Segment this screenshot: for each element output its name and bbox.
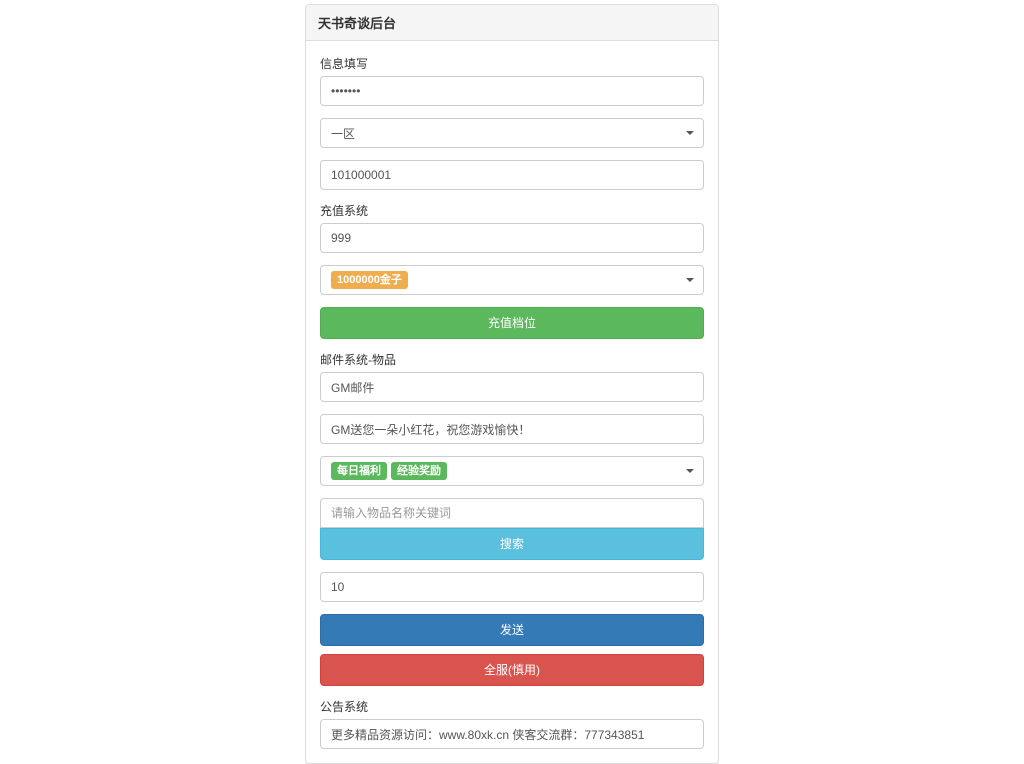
panel-title: 天书奇谈后台	[318, 13, 706, 32]
admin-panel: 天书奇谈后台 信息填写 一区 充值系统 10000	[305, 4, 719, 764]
password-input[interactable]	[320, 76, 704, 106]
search-button[interactable]: 搜索	[320, 528, 704, 560]
info-password-group: 信息填写	[320, 55, 704, 106]
item-search-input[interactable]	[320, 498, 704, 528]
mail-tags-select[interactable]: 每日福利 经验奖励	[320, 456, 704, 486]
role-id-group	[320, 160, 704, 190]
mail-tags-select-group: 每日福利 经验奖励	[320, 456, 704, 486]
notice-section-label: 公告系统	[320, 698, 704, 715]
panel-heading: 天书奇谈后台	[306, 5, 718, 41]
mail-content-input[interactable]	[320, 414, 704, 444]
panel-body: 信息填写 一区 充值系统 1000000金子	[306, 41, 718, 763]
caret-down-icon	[686, 131, 694, 135]
mail-send-group: 发送	[320, 614, 704, 646]
info-section-label: 信息填写	[320, 55, 704, 72]
mail-search-input-wrap	[320, 498, 704, 528]
notice-content-input[interactable]	[320, 719, 704, 749]
recharge-item-select[interactable]: 1000000金子	[320, 265, 704, 295]
recharge-submit-button[interactable]: 充值档位	[320, 307, 704, 339]
role-id-input[interactable]	[320, 160, 704, 190]
caret-down-icon	[686, 469, 694, 473]
recharge-submit-group: 充值档位	[320, 307, 704, 339]
zone-select[interactable]: 一区	[320, 118, 704, 148]
recharge-amount-input[interactable]	[320, 223, 704, 253]
mail-content-group	[320, 414, 704, 444]
send-button[interactable]: 发送	[320, 614, 704, 646]
recharge-section-label: 充值系统	[320, 202, 704, 219]
all-server-button[interactable]: 全服(慎用)	[320, 654, 704, 686]
mail-tag-badge-0: 每日福利	[331, 462, 387, 481]
recharge-item-select-group: 1000000金子	[320, 265, 704, 295]
mail-allserver-group: 全服(慎用)	[320, 654, 704, 686]
notice-group: 公告系统	[320, 698, 704, 749]
mail-search-btn-wrap: 搜索	[320, 528, 704, 560]
mail-qty-input[interactable]	[320, 572, 704, 602]
mail-qty-group	[320, 572, 704, 602]
recharge-amount-group: 充值系统	[320, 202, 704, 253]
recharge-item-badge: 1000000金子	[331, 271, 408, 290]
mail-section-label: 邮件系统-物品	[320, 351, 704, 368]
zone-select-group: 一区	[320, 118, 704, 148]
mail-title-input[interactable]	[320, 372, 704, 402]
caret-down-icon	[686, 278, 694, 282]
zone-selected-text: 一区	[331, 125, 355, 142]
mail-title-group: 邮件系统-物品	[320, 351, 704, 402]
mail-tag-badge-1: 经验奖励	[391, 462, 447, 481]
